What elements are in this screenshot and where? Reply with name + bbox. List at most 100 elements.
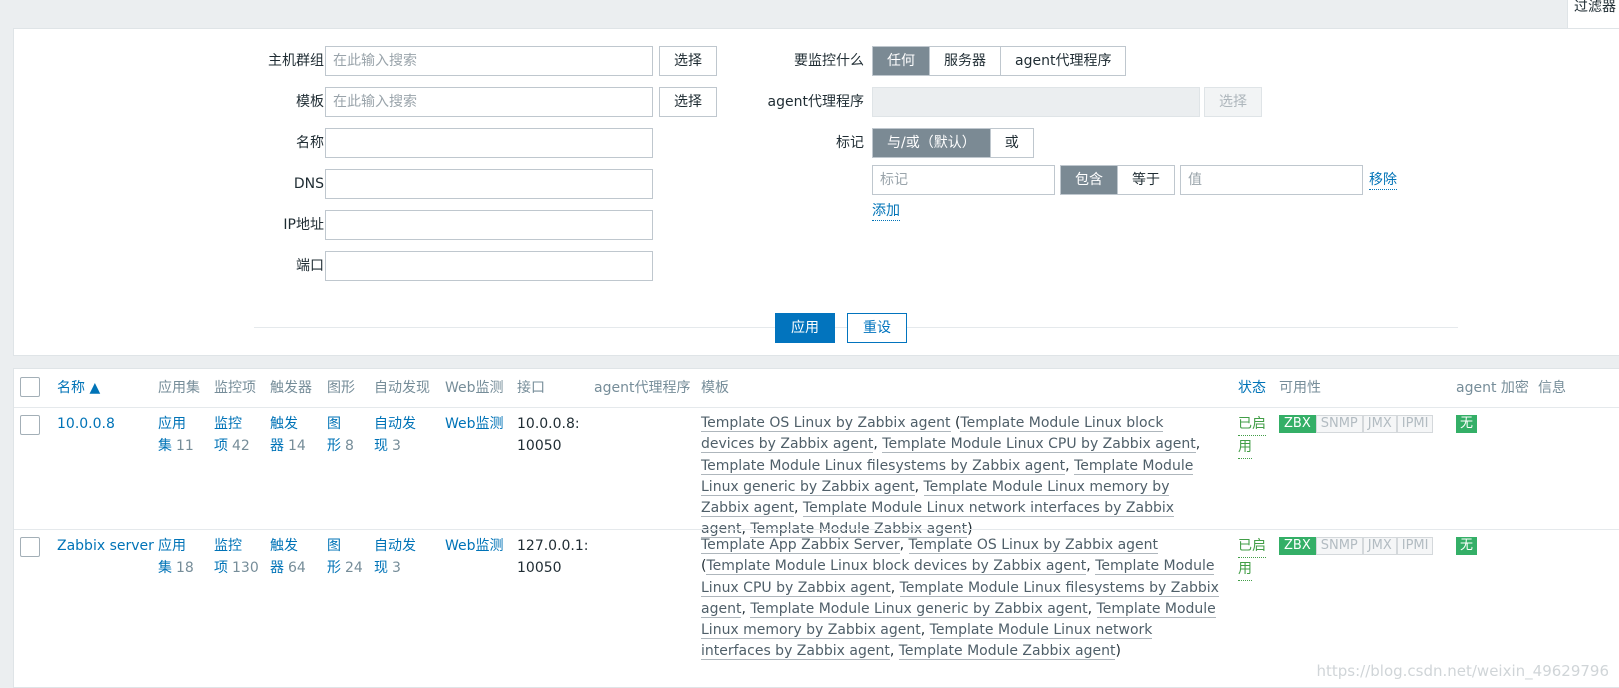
web-link[interactable]: Web监测 [445, 535, 504, 557]
applications-link[interactable]: 应用集 11 [158, 413, 194, 457]
monitored-by-label: 要监控什么 [794, 53, 864, 69]
triggers-count: 64 [288, 560, 306, 576]
triggers-link[interactable]: 触发器 64 [270, 535, 306, 579]
tag-add-link[interactable]: 添加 [872, 202, 900, 221]
discovery-label-1: 自动发 [374, 538, 416, 554]
name-input[interactable] [325, 128, 653, 158]
column-name[interactable]: 名称 ▲ [57, 379, 100, 397]
template-input[interactable]: 在此输入搜索 [325, 87, 653, 117]
nested-template-link[interactable]: Template Module Linux CPU by Zabbix agen… [882, 436, 1196, 454]
tag-operator-toggle: 包含 等于 [1060, 165, 1175, 195]
apply-button[interactable]: 应用 [775, 313, 835, 343]
items-label-1: 监控 [214, 416, 242, 432]
discovery-label-2: 现3 [374, 435, 416, 457]
triggers-count: 14 [288, 438, 306, 454]
template-link[interactable]: Template OS Linux by Zabbix agent [908, 537, 1159, 554]
discovery-link[interactable]: 自动发现 3 [374, 535, 416, 579]
tags-label: 标记 [836, 135, 864, 151]
nested-template-link[interactable]: Template Module Linux filesystems by Zab… [701, 457, 1066, 475]
graphs-label-2: 形 24 [327, 557, 363, 579]
tag-op-equals[interactable]: 等于 [1117, 166, 1174, 194]
encryption-badge: 无 [1456, 537, 1478, 555]
applications-count: 11 [176, 438, 194, 454]
graphs-label-1: 图 [327, 416, 341, 432]
column-status[interactable]: 状态 [1238, 379, 1266, 397]
triggers-link[interactable]: 触发器 14 [270, 413, 306, 457]
availability-snmp-badge: SNMP [1315, 415, 1363, 433]
graphs-label-suffix: 形 [327, 560, 341, 576]
discovery-link[interactable]: 自动发现 3 [374, 413, 416, 457]
column-interface: 接口 [517, 380, 545, 396]
interface-address: 127.0.0.1: [517, 538, 589, 554]
template-link[interactable]: Template OS Linux by Zabbix agent [701, 415, 951, 432]
status-toggle[interactable]: 已启用 [1238, 413, 1266, 459]
applications-label-suffix: 集 [158, 438, 172, 454]
encryption-badge: 无 [1456, 415, 1478, 433]
items-link[interactable]: 监控项 42 [214, 413, 250, 457]
watermark: https://blog.csdn.net/weixin_49629796 [1316, 662, 1609, 680]
tag-name-input[interactable]: 标记 [872, 165, 1055, 195]
availability-ipmi-badge: IPMI [1396, 415, 1434, 433]
nested-template-link[interactable]: Template Module Linux generic by Zabbix … [750, 600, 1088, 618]
availability-jmx-badge: JMX [1362, 537, 1397, 555]
tags-mode-toggle: 与/或（默认） 或 [872, 128, 1034, 158]
items-label-2: 项 130 [214, 557, 259, 579]
tag-value-input[interactable]: 值 [1180, 165, 1363, 195]
name-label: 名称 [296, 135, 324, 151]
graphs-link[interactable]: 图形 24 [327, 535, 363, 579]
discovery-label-1: 自动发 [374, 416, 416, 432]
status-toggle[interactable]: 已启用 [1238, 535, 1266, 581]
tag-remove-link[interactable]: 移除 [1369, 171, 1397, 190]
nested-template-link[interactable]: Template Module Linux block devices by Z… [706, 558, 1087, 576]
column-encryption: agent 加密 [1456, 380, 1529, 396]
triggers-label-suffix: 器 [270, 438, 284, 454]
monitored-by-proxy[interactable]: agent代理程序 [1000, 47, 1125, 75]
filter-panel: 主机群组 在此输入搜索 选择 模板 在此输入搜索 选择 名称 DNS IP地址 … [13, 28, 1619, 356]
port-input[interactable] [325, 251, 653, 281]
row-checkbox[interactable] [20, 415, 40, 435]
items-count: 130 [232, 560, 259, 576]
nested-template-link[interactable]: Template Module Zabbix agent [898, 643, 1116, 661]
template-link[interactable]: Template App Zabbix Server [701, 537, 900, 554]
items-count: 42 [232, 438, 250, 454]
monitored-by-any[interactable]: 任何 [873, 47, 929, 75]
graphs-count: 8 [345, 438, 354, 454]
select-all-checkbox[interactable] [20, 377, 40, 397]
triggers-label-suffix: 器 [270, 560, 284, 576]
interface-port: 10050 [517, 560, 562, 576]
proxy-select-button: 选择 [1204, 87, 1262, 117]
ip-label: IP地址 [283, 217, 324, 233]
applications-label-2: 集 18 [158, 557, 194, 579]
column-triggers: 触发器 [270, 380, 312, 396]
dns-input[interactable] [325, 169, 653, 199]
graphs-label-suffix: 形 [327, 438, 341, 454]
status-label-1: 已启 [1238, 535, 1266, 558]
discovery-count: 3 [392, 438, 401, 454]
host-name-link[interactable]: 10.0.0.8 [57, 413, 115, 435]
items-link[interactable]: 监控项 130 [214, 535, 259, 579]
proxy-input [872, 87, 1200, 117]
ip-input[interactable] [325, 210, 653, 240]
reset-button[interactable]: 重设 [847, 313, 907, 343]
tags-mode-or[interactable]: 或 [989, 129, 1033, 157]
host-group-select-button[interactable]: 选择 [659, 46, 717, 76]
tag-op-contains[interactable]: 包含 [1061, 166, 1117, 194]
row-checkbox[interactable] [20, 537, 40, 557]
monitored-by-server[interactable]: 服务器 [929, 47, 1000, 75]
port-label: 端口 [296, 258, 324, 274]
items-label-suffix: 项 [214, 560, 228, 576]
tags-mode-and-or[interactable]: 与/或（默认） [873, 129, 990, 157]
graphs-link[interactable]: 图形8 [327, 413, 354, 457]
column-templates: 模板 [701, 380, 729, 396]
applications-link[interactable]: 应用集 18 [158, 535, 194, 579]
triggers-label-2: 器 64 [270, 557, 306, 579]
interface-port: 10050 [517, 438, 562, 454]
web-link[interactable]: Web监测 [445, 413, 504, 435]
column-applications: 应用集 [158, 380, 200, 396]
tab-filter[interactable]: 过滤器 [1567, 0, 1619, 28]
column-availability: 可用性 [1279, 380, 1321, 396]
host-name-link[interactable]: Zabbix server [57, 535, 154, 557]
availability-badges: ZBX SNMP JMX IPMI [1279, 537, 1434, 555]
template-select-button[interactable]: 选择 [659, 87, 717, 117]
host-group-input[interactable]: 在此输入搜索 [325, 46, 653, 76]
